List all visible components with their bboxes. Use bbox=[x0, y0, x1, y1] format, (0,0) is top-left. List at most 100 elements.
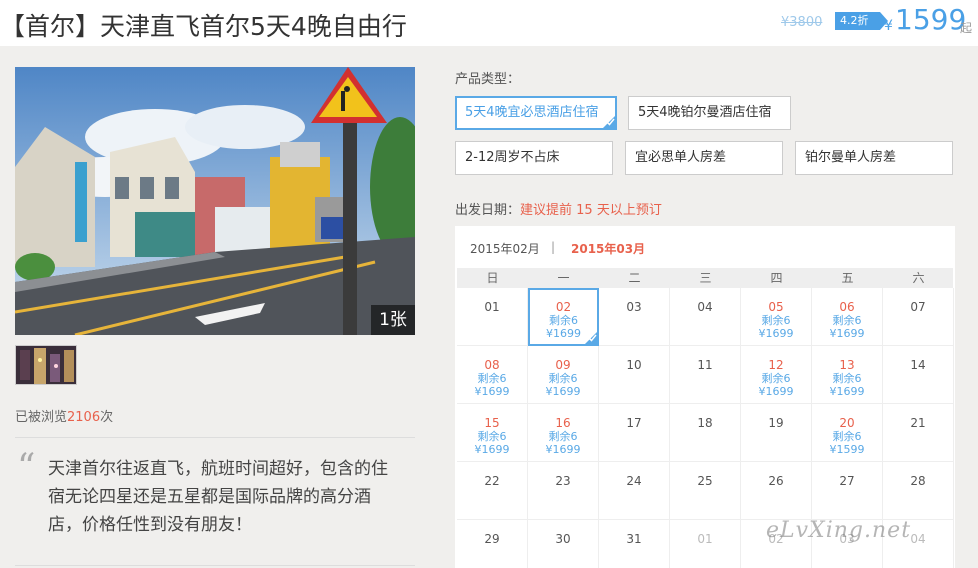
views-suffix: 次 bbox=[100, 410, 114, 425]
day-number: 02 bbox=[555, 300, 572, 314]
calendar-day: 28 bbox=[883, 462, 954, 520]
calendar-day: 22 bbox=[457, 462, 528, 520]
option-label: 5天4晚铂尔曼酒店住宿 bbox=[638, 105, 772, 120]
weekday-header: 日一二三四五六 bbox=[457, 268, 953, 288]
day-number: 21 bbox=[910, 416, 926, 430]
day-number: 29 bbox=[484, 532, 500, 546]
weekday-label: 三 bbox=[699, 271, 712, 285]
seats-remaining: 剩余6 bbox=[761, 314, 791, 327]
calendar-day: 27 bbox=[812, 462, 883, 520]
day-number: 30 bbox=[555, 532, 571, 546]
views-prefix: 已被浏览 bbox=[15, 410, 68, 425]
tab-month-feb[interactable]: 2015年02月 bbox=[470, 240, 540, 257]
calendar-day: 25 bbox=[670, 462, 741, 520]
calendar-day-available[interactable]: 08 剩余6 ¥1699 bbox=[457, 346, 528, 404]
main-photo[interactable]: 1张 bbox=[15, 67, 415, 335]
seats-remaining: 剩余6 bbox=[548, 372, 578, 385]
day-price: ¥1699 bbox=[474, 443, 510, 456]
view-count: 已被浏览2106次 bbox=[15, 406, 113, 425]
calendar-day-available[interactable]: 02 剩余6 ¥1699 bbox=[528, 288, 599, 346]
tab-month-mar[interactable]: 2015年03月 bbox=[571, 240, 645, 257]
calendar-day: 10 bbox=[599, 346, 670, 404]
month-separator: | bbox=[551, 240, 556, 254]
check-icon bbox=[584, 331, 598, 345]
departure-label-text: 出发日期： bbox=[455, 203, 521, 218]
day-price: ¥1599 bbox=[829, 443, 865, 456]
departure-label: 出发日期：建议提前 15 天以上预订 bbox=[455, 199, 662, 218]
option-ibis-single-supplement[interactable]: 宜必思单人房差 bbox=[625, 141, 783, 175]
weekday-label: 二 bbox=[628, 271, 641, 285]
calendar-day-available[interactable]: 13 剩余6 ¥1699 bbox=[812, 346, 883, 404]
day-price: ¥1699 bbox=[758, 327, 794, 340]
day-number: 27 bbox=[839, 474, 855, 488]
day-price: ¥1699 bbox=[545, 385, 581, 398]
calendar-day: 29 bbox=[457, 520, 528, 568]
calendar-day-available[interactable]: 06 剩余6 ¥1699 bbox=[812, 288, 883, 346]
calendar-day-available[interactable]: 15 剩余6 ¥1699 bbox=[457, 404, 528, 462]
calendar-day: 01 bbox=[670, 520, 741, 568]
weekday-label: 五 bbox=[841, 271, 854, 285]
views-number: 2106 bbox=[67, 410, 101, 425]
day-number: 18 bbox=[697, 416, 713, 430]
option-pullman-single-supplement[interactable]: 铂尔曼单人房差 bbox=[795, 141, 953, 175]
day-number: 31 bbox=[626, 532, 642, 546]
calendar-day: 07 bbox=[883, 288, 954, 346]
day-number: 01 bbox=[484, 300, 500, 314]
calendar-day: 03 bbox=[599, 288, 670, 346]
header: 【首尔】天津直飞首尔5天4晚自由行 ¥3800 4.2折 ¥ 1599 起 bbox=[0, 0, 978, 46]
option-child-no-bed[interactable]: 2-12周岁不占床 bbox=[455, 141, 613, 175]
seats-remaining: 剩余6 bbox=[549, 314, 578, 327]
calendar-day-available[interactable]: 16 剩余6 ¥1699 bbox=[528, 404, 599, 462]
product-title: 【首尔】天津直飞首尔5天4晚自由行 bbox=[0, 12, 407, 41]
original-price: ¥3800 bbox=[781, 15, 823, 30]
calendar-day: 11 bbox=[670, 346, 741, 404]
day-price: ¥1699 bbox=[545, 443, 581, 456]
photo-count: 1张 bbox=[371, 305, 415, 335]
weekday-label: 六 bbox=[912, 271, 925, 285]
seats-remaining: 剩余6 bbox=[761, 372, 791, 385]
day-price: ¥1699 bbox=[474, 385, 510, 398]
day-number: 26 bbox=[768, 474, 784, 488]
day-number: 01 bbox=[697, 532, 713, 546]
seats-remaining: 剩余6 bbox=[477, 372, 507, 385]
day-number: 08 bbox=[484, 358, 500, 372]
booking-tip: 建议提前 15 天以上预订 bbox=[520, 203, 662, 218]
calendar-day: 18 bbox=[670, 404, 741, 462]
thumbnail-photo[interactable] bbox=[15, 345, 77, 385]
calendar-day: 14 bbox=[883, 346, 954, 404]
calendar-day-available[interactable]: 20 剩余6 ¥1599 bbox=[812, 404, 883, 462]
day-price: ¥1699 bbox=[829, 327, 865, 340]
option-label: 5天4晚宜必思酒店住宿 bbox=[465, 105, 599, 120]
calendar-day-available[interactable]: 05 剩余6 ¥1699 bbox=[741, 288, 812, 346]
seats-remaining: 剩余6 bbox=[832, 314, 862, 327]
day-number: 16 bbox=[555, 416, 571, 430]
calendar-day-available[interactable]: 12 剩余6 ¥1699 bbox=[741, 346, 812, 404]
calendar-day: 01 bbox=[457, 288, 528, 346]
day-number: 09 bbox=[555, 358, 571, 372]
day-number: 05 bbox=[768, 300, 784, 314]
calendar-day-available[interactable]: 09 剩余6 ¥1699 bbox=[528, 346, 599, 404]
day-number: 25 bbox=[697, 474, 713, 488]
currency-symbol: ¥ bbox=[884, 18, 893, 34]
calendar-day: 23 bbox=[528, 462, 599, 520]
quote-mark-icon: “ bbox=[17, 447, 36, 488]
day-number: 06 bbox=[839, 300, 855, 314]
sale-price: 1599 bbox=[895, 3, 967, 36]
day-price: ¥1699 bbox=[758, 385, 794, 398]
day-number: 10 bbox=[626, 358, 642, 372]
option-label: 宜必思单人房差 bbox=[635, 150, 727, 165]
check-icon bbox=[602, 115, 616, 129]
day-number: 07 bbox=[910, 300, 926, 314]
divider bbox=[15, 565, 415, 566]
option-ibis-package[interactable]: 5天4晚宜必思酒店住宿 bbox=[455, 96, 617, 130]
option-label: 2-12周岁不占床 bbox=[465, 150, 560, 165]
calendar-day: 17 bbox=[599, 404, 670, 462]
watermark: eLvXing.net bbox=[766, 518, 912, 543]
day-number: 22 bbox=[484, 474, 500, 488]
day-number: 17 bbox=[626, 416, 642, 430]
price-suffix: 起 bbox=[960, 21, 973, 35]
option-pullman-package[interactable]: 5天4晚铂尔曼酒店住宿 bbox=[628, 96, 791, 130]
day-number: 14 bbox=[910, 358, 926, 372]
discount-badge: 4.2折 bbox=[835, 12, 888, 30]
seats-remaining: 剩余6 bbox=[832, 372, 862, 385]
